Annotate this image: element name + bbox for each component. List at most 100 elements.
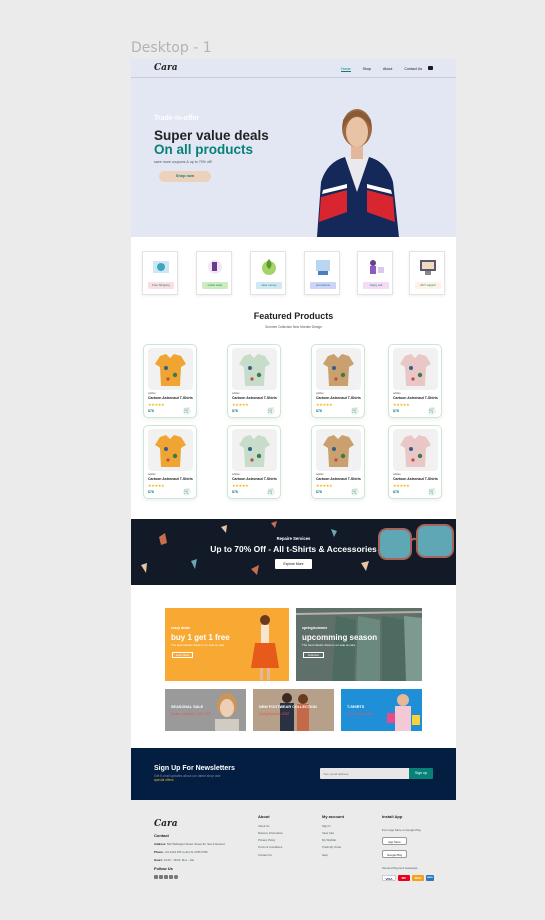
feature-label: Free Shipping xyxy=(148,282,174,289)
add-to-cart-icon[interactable]: 🛒 xyxy=(183,407,191,415)
feature-label: 24/7 support xyxy=(415,282,441,289)
contact-title: Contact xyxy=(154,833,169,838)
add-to-cart-icon[interactable]: 🛒 xyxy=(428,407,436,415)
promo-footwear[interactable]: NEW FOOTWEAR COLLECTION Spring/Summer 20… xyxy=(253,689,334,731)
feature-label: happy sell xyxy=(363,282,389,289)
promo-text: Winter Collection -50% OFF xyxy=(171,712,211,716)
follow-title: Follow Us xyxy=(154,866,173,871)
footer-link[interactable]: Terms & Conditions xyxy=(258,845,282,849)
hero-text: save more coupons & up to 70% off! xyxy=(154,160,212,164)
product-name: Cartoon Astronaut T-Shirts xyxy=(232,477,277,481)
feature-card: Free Shipping xyxy=(142,251,178,295)
promo-buy1get1[interactable]: crazy deals buy 1 get 1 free The best cl… xyxy=(165,608,289,681)
product-name: Cartoon Astronaut T-Shirts xyxy=(148,477,193,481)
newsletter-section: Sign Up For Newsletters Get E-mail updat… xyxy=(131,748,456,800)
add-to-cart-icon[interactable]: 🛒 xyxy=(351,407,359,415)
shopping-bag-icon[interactable] xyxy=(428,66,433,70)
features-row: Free Shipping online order save money pr… xyxy=(142,251,447,295)
add-to-cart-icon[interactable]: 🛒 xyxy=(428,488,436,496)
happy-sell-icon xyxy=(370,260,384,274)
footer-link[interactable]: Help xyxy=(322,853,328,857)
shipping-icon xyxy=(153,261,169,273)
save-money-icon xyxy=(262,259,276,275)
footer-link[interactable]: Sign In xyxy=(322,824,331,828)
collection-button[interactable]: Collection xyxy=(303,652,324,658)
product-price: $78 xyxy=(148,409,154,413)
footer-link[interactable]: View Cart xyxy=(322,831,334,835)
google-play-button[interactable]: Google Play xyxy=(382,850,407,858)
promo-text: The best classic dress is on sale at car… xyxy=(302,643,356,647)
explore-more-button[interactable]: Explore More xyxy=(275,559,312,569)
feature-label: promotions xyxy=(310,282,336,289)
app-store-button[interactable]: App Store xyxy=(382,837,407,845)
address-label: Address: xyxy=(154,842,167,846)
footer-link[interactable]: Delivery Information xyxy=(258,831,283,835)
footer-link[interactable]: Contact Us xyxy=(258,853,272,857)
footer-link[interactable]: Track My Order xyxy=(322,845,341,849)
product-card[interactable]: adidas Cartoon Astronaut T-Shirts ★★★★★ $78… xyxy=(311,344,365,418)
add-to-cart-icon[interactable]: 🛒 xyxy=(267,488,275,496)
hero-kicker: Trade-in-offer xyxy=(154,115,200,122)
promo-model-image xyxy=(387,694,420,731)
product-card[interactable]: adidas Cartoon Astronaut T-Shirts ★★★★★ $78… xyxy=(143,344,197,418)
shop-now-button[interactable]: Shop now xyxy=(159,171,211,182)
about-title: About xyxy=(258,814,270,819)
hero: Trade-in-offer Super value deals On all … xyxy=(131,78,456,237)
hours-label: Hours: xyxy=(154,858,164,862)
facebook-icon[interactable] xyxy=(154,875,158,879)
instagram-icon[interactable] xyxy=(164,875,168,879)
product-name: Cartoon Astronaut T-Shirts xyxy=(148,396,193,400)
footer-link[interactable]: My Wishlist xyxy=(322,838,336,842)
youtube-icon[interactable] xyxy=(174,875,178,879)
promo-title: T-SHIRTS xyxy=(347,705,365,709)
add-to-cart-icon[interactable]: 🛒 xyxy=(183,488,191,496)
add-to-cart-icon[interactable]: 🛒 xyxy=(267,407,275,415)
product-rating: ★★★★★ xyxy=(232,402,249,407)
product-card[interactable]: adidas Cartoon Astronaut T-Shirts ★★★★★ $78… xyxy=(388,344,442,418)
promo-kicker: spring/summer xyxy=(302,626,328,630)
product-brand: adidas xyxy=(316,392,324,395)
product-rating: ★★★★★ xyxy=(393,483,410,488)
product-brand: adidas xyxy=(316,473,324,476)
install-text: From App Store or Google Play xyxy=(382,828,421,832)
nav-contact[interactable]: Contact Us xyxy=(404,67,422,72)
product-card[interactable]: adidas Cartoon Astronaut T-Shirts ★★★★★ $78… xyxy=(143,425,197,499)
product-name: Cartoon Astronaut T-Shirts xyxy=(393,477,438,481)
nav-shop[interactable]: Shop xyxy=(363,67,371,72)
product-image xyxy=(148,429,193,471)
promo-text: Spring/Summer 2022 xyxy=(259,712,290,716)
promo-tshirts[interactable]: T-SHIRTS New Trendy Prints xyxy=(341,689,422,731)
product-card[interactable]: adidas Cartoon Astronaut T-Shirts ★★★★★ $78… xyxy=(311,425,365,499)
sign-up-button[interactable]: Sign up xyxy=(409,768,433,779)
hero-title: Super value deals xyxy=(154,128,269,143)
product-card[interactable]: adidas Cartoon Astronaut T-Shirts ★★★★★ $78… xyxy=(388,425,442,499)
nav-home[interactable]: Home xyxy=(341,67,351,72)
footer-logo[interactable]: Cara xyxy=(154,819,178,829)
logo[interactable]: Cara xyxy=(154,63,178,73)
footer-link[interactable]: About Us xyxy=(258,824,270,828)
hours-value: 10:00 - 18:00, Mon - Sat xyxy=(163,858,194,862)
product-card[interactable]: adidas Cartoon Astronaut T-Shirts ★★★★★ $78… xyxy=(227,344,281,418)
phone-value: +01 2222 365 /(+91) 01 2345 6789 xyxy=(164,850,208,854)
email-input[interactable] xyxy=(320,768,409,779)
pinterest-icon[interactable] xyxy=(169,875,173,879)
promo-text: The best classic dress is on sale at car… xyxy=(171,643,225,647)
navbar: Home Shop About Contact Us xyxy=(341,67,422,72)
promo-seasonal-sale[interactable]: SEASONAL SALE Winter Collection -50% OFF xyxy=(165,689,246,731)
address-line: Address: 562 Wellington Road, Street 32,… xyxy=(154,842,225,846)
feature-card: 24/7 support xyxy=(409,251,445,295)
footer-link[interactable]: Privacy Policy xyxy=(258,838,275,842)
learn-more-button[interactable]: Learn More xyxy=(172,652,193,658)
banner-kicker: Repaire Services xyxy=(276,536,311,541)
promo-upcoming-season[interactable]: spring/summer upcomming season The best … xyxy=(296,608,422,681)
add-to-cart-icon[interactable]: 🛒 xyxy=(351,488,359,496)
promo-banner: Repaire Services Up to 70% Off - All t-S… xyxy=(131,519,456,585)
product-card[interactable]: adidas Cartoon Astronaut T-Shirts ★★★★★ $78… xyxy=(227,425,281,499)
promo-title: SEASONAL SALE xyxy=(171,705,204,709)
product-image xyxy=(316,348,361,390)
banner-title: Up to 70% Off - All t-Shirts & Accessori… xyxy=(210,544,377,554)
product-price: $78 xyxy=(316,409,322,413)
twitter-icon[interactable] xyxy=(159,875,163,879)
product-image xyxy=(232,348,277,390)
nav-about[interactable]: About xyxy=(383,67,392,72)
